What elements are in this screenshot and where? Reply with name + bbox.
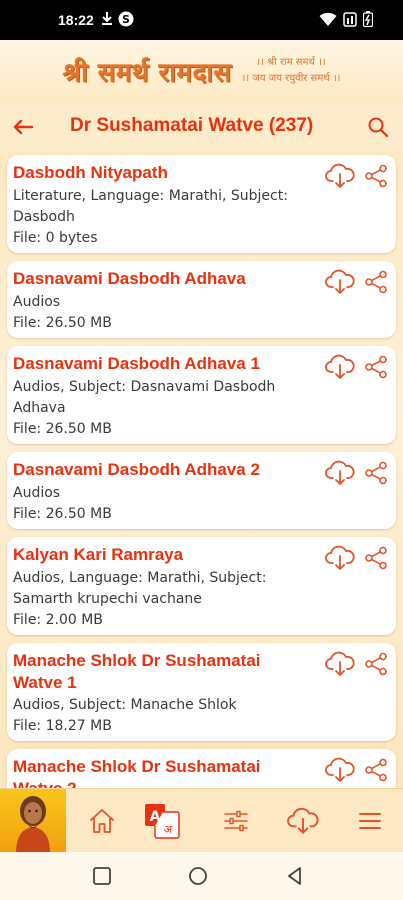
list-item[interactable]: Dasbodh Nityapath Literature, Language: …: [7, 155, 396, 253]
item-title: Dasnavami Dasbodh Adhava: [13, 269, 246, 288]
share-icon[interactable]: [364, 270, 388, 294]
item-title: Manache Shlok Dr Sushamatai Watve 1: [13, 651, 261, 692]
item-meta: Audios: [13, 294, 61, 310]
system-icons: [319, 11, 373, 27]
svg-text:S: S: [122, 13, 130, 26]
signal-icon: [343, 11, 357, 27]
cloud-download-icon[interactable]: [325, 545, 355, 571]
home-icon[interactable]: [87, 806, 117, 836]
svg-text:अ: अ: [164, 823, 173, 836]
item-file-size: File: 26.50 MB: [13, 315, 112, 331]
list-item[interactable]: Dasnavami Dasbodh Adhava 2 Audios File: …: [7, 452, 396, 529]
cloud-download-icon[interactable]: [287, 806, 319, 836]
status-bar: 18:22 S: [0, 0, 403, 40]
home-button-icon[interactable]: [188, 866, 208, 886]
share-icon[interactable]: [364, 546, 388, 570]
cloud-download-icon[interactable]: [325, 269, 355, 295]
item-file-size: File: 26.50 MB: [13, 421, 112, 437]
item-title: Kalyan Kari Ramraya: [13, 545, 184, 564]
share-icon[interactable]: [364, 355, 388, 379]
system-nav-bar: [0, 852, 403, 900]
battery-icon: [363, 11, 373, 27]
item-meta: Audios: [13, 485, 61, 501]
item-file-size: File: 18.27 MB: [13, 718, 112, 734]
cloud-download-icon[interactable]: [325, 651, 355, 677]
status-time: 18:22: [58, 12, 94, 28]
item-title: Manache Shlok Dr Sushamatai Watve 2: [13, 757, 261, 788]
banner-main-text: श्री समर्थ रामदास: [62, 58, 232, 88]
item-title: Dasnavami Dasbodh Adhava 1: [13, 354, 260, 373]
content-list[interactable]: Dasbodh Nityapath Literature, Language: …: [0, 152, 403, 788]
item-meta: Literature, Language: Marathi, Subject: …: [13, 188, 288, 225]
item-file-size: File: 0 bytes: [13, 230, 98, 246]
share-icon[interactable]: [364, 164, 388, 188]
banner-line-1: ।। श्री राम समर्थ ।।: [256, 57, 326, 68]
share-icon[interactable]: [364, 652, 388, 676]
item-meta: Audios, Language: Marathi, Subject: Sama…: [13, 570, 267, 607]
page-title: Dr Sushamatai Watve (237): [70, 115, 314, 136]
bottom-nav-bar: A अ: [0, 788, 403, 853]
app-banner-logo: श्री समर्थ रामदास ।। श्री राम समर्थ ।। ।…: [0, 40, 403, 102]
sliders-icon[interactable]: [221, 806, 251, 836]
avatar[interactable]: [0, 789, 66, 853]
item-meta: Audios, Subject: Dasnavami Dasbodh Adhav…: [13, 379, 276, 416]
back-button-icon[interactable]: [285, 866, 305, 886]
share-icon[interactable]: [364, 758, 388, 782]
download-status-icon: [102, 12, 112, 25]
list-item[interactable]: Manache Shlok Dr Sushamatai Watve 1 Audi…: [7, 643, 396, 741]
saint-portrait-icon: [16, 796, 50, 853]
list-item[interactable]: Dasnavami Dasbodh Adhava Audios File: 26…: [7, 261, 396, 338]
translate-icon[interactable]: A अ: [143, 802, 181, 840]
item-title: Dasnavami Dasbodh Adhava 2: [13, 460, 260, 479]
recent-apps-icon[interactable]: [92, 866, 112, 886]
item-file-size: File: 2.00 MB: [13, 612, 103, 628]
app-s-icon: S: [118, 11, 134, 27]
list-item[interactable]: Manache Shlok Dr Sushamatai Watve 2: [7, 749, 396, 788]
banner-line-2: ।। जय जय रघुवीर समर्थ ।।: [241, 73, 341, 84]
app-bar: Dr Sushamatai Watve (237): [0, 102, 403, 152]
cloud-download-icon[interactable]: [325, 757, 355, 783]
list-item[interactable]: Dasnavami Dasbodh Adhava 1 Audios, Subje…: [7, 346, 396, 444]
hamburger-menu-icon[interactable]: [355, 806, 385, 836]
banner-slogan: ।। श्री राम समर्थ ।। ।। जय जय रघुवीर समर…: [242, 55, 341, 87]
item-meta: Audios, Subject: Manache Shlok: [13, 697, 237, 713]
list-item[interactable]: Kalyan Kari Ramraya Audios, Language: Ma…: [7, 537, 396, 635]
arrow-left-icon[interactable]: [10, 114, 36, 140]
share-icon[interactable]: [364, 461, 388, 485]
cloud-download-icon[interactable]: [325, 460, 355, 486]
item-title: Dasbodh Nityapath: [13, 163, 168, 182]
cloud-download-icon[interactable]: [325, 163, 355, 189]
item-file-size: File: 26.50 MB: [13, 506, 112, 522]
wifi-icon: [319, 12, 337, 26]
search-icon[interactable]: [367, 116, 389, 138]
cloud-download-icon[interactable]: [325, 354, 355, 380]
notification-icons: S: [100, 11, 134, 27]
